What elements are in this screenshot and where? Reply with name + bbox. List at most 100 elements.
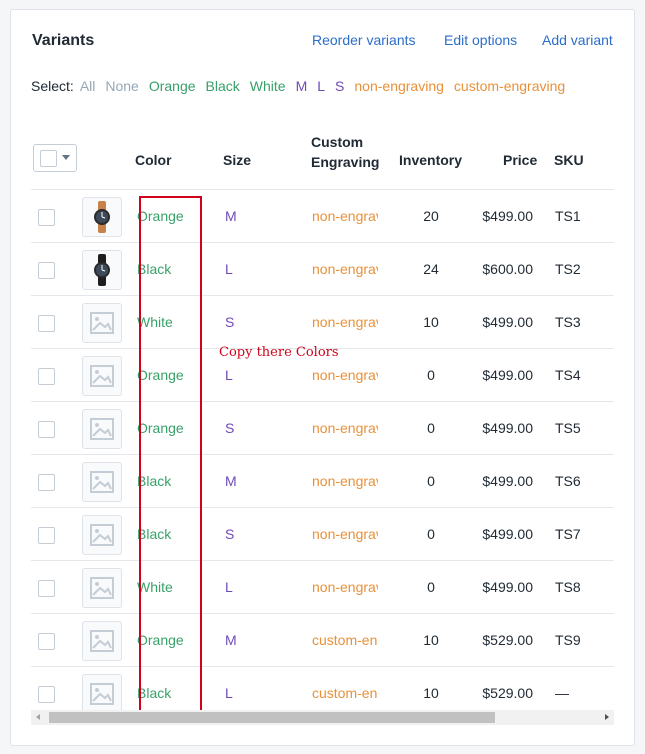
image-placeholder-icon[interactable]	[82, 409, 122, 449]
chevron-down-icon	[62, 155, 70, 160]
row-checkbox[interactable]	[38, 209, 55, 226]
header-engraving-line1: Custom	[311, 134, 364, 150]
reorder-variants-link[interactable]: Reorder variants	[312, 32, 416, 48]
cell-sku: TS3	[555, 314, 581, 330]
cell-inventory: 10	[423, 314, 439, 330]
cell-engraving: custom-engraving	[312, 685, 378, 701]
cell-price: $499.00	[482, 314, 533, 330]
image-placeholder-icon[interactable]	[82, 303, 122, 343]
select-label: Select:	[31, 78, 74, 94]
scrollbar-thumb[interactable]	[49, 712, 495, 723]
row-checkbox[interactable]	[38, 580, 55, 597]
table-row[interactable]: WhiteLnon-engraving0$499.00TS8	[31, 560, 614, 614]
cell-inventory: 0	[427, 367, 435, 383]
header-engraving-line2: Engraving	[311, 154, 380, 170]
annotation-text: Copy there Colors	[219, 345, 339, 360]
cell-sku: TS2	[555, 261, 581, 277]
watch-orange-image[interactable]	[82, 197, 122, 237]
select-white[interactable]: White	[250, 78, 286, 94]
cell-sku: TS4	[555, 367, 581, 383]
header-inventory: Inventory	[399, 152, 463, 168]
cell-inventory: 0	[427, 473, 435, 489]
cell-price: $499.00	[482, 579, 533, 595]
cell-size: M	[225, 473, 237, 489]
table-row[interactable]: OrangeSnon-engraving0$499.00TS5	[31, 401, 614, 455]
image-placeholder-icon[interactable]	[82, 674, 122, 710]
horizontal-scrollbar[interactable]	[31, 710, 614, 725]
select-size-s[interactable]: S	[335, 78, 344, 94]
cell-price: $529.00	[482, 632, 533, 648]
image-placeholder-icon[interactable]	[82, 462, 122, 502]
table-row[interactable]: OrangeMcustom-engraving10$529.00TS9	[31, 613, 614, 667]
row-checkbox[interactable]	[38, 262, 55, 279]
cell-inventory: 24	[423, 261, 439, 277]
table-row[interactable]: WhiteSnon-engraving10$499.00TS3	[31, 295, 614, 349]
row-checkbox[interactable]	[38, 315, 55, 332]
cell-price: $499.00	[482, 208, 533, 224]
table-row[interactable]: OrangeMnon-engraving20$499.00TS1	[31, 189, 614, 243]
cell-sku: TS8	[555, 579, 581, 595]
cell-price: $529.00	[482, 685, 533, 701]
edit-options-link[interactable]: Edit options	[444, 32, 517, 48]
row-checkbox[interactable]	[38, 421, 55, 438]
select-custom-engraving[interactable]: custom-engraving	[454, 78, 565, 94]
cell-inventory: 20	[423, 208, 439, 224]
cell-size: L	[225, 367, 233, 383]
cell-sku: TS5	[555, 420, 581, 436]
cell-size: L	[225, 579, 233, 595]
select-black[interactable]: Black	[206, 78, 240, 94]
cell-engraving: non-engraving	[312, 526, 378, 542]
scroll-right-arrow-icon[interactable]	[605, 714, 609, 720]
table-row[interactable]: BlackSnon-engraving0$499.00TS7	[31, 507, 614, 561]
row-checkbox[interactable]	[38, 633, 55, 650]
cell-engraving: non-engraving	[312, 367, 378, 383]
select-non-engraving[interactable]: non-engraving	[354, 78, 444, 94]
cell-price: $499.00	[482, 420, 533, 436]
cell-price: $499.00	[482, 473, 533, 489]
cell-inventory: 0	[427, 526, 435, 542]
cell-sku: —	[555, 685, 569, 701]
cell-size: M	[225, 208, 237, 224]
image-placeholder-icon[interactable]	[82, 356, 122, 396]
cell-inventory: 10	[423, 632, 439, 648]
table-row[interactable]: BlackMnon-engraving0$499.00TS6	[31, 454, 614, 508]
bulk-select-checkbox[interactable]	[33, 144, 77, 172]
row-checkbox[interactable]	[38, 686, 55, 703]
row-checkbox[interactable]	[38, 527, 55, 544]
scroll-left-arrow-icon[interactable]	[36, 714, 40, 720]
cell-sku: TS6	[555, 473, 581, 489]
cell-sku: TS7	[555, 526, 581, 542]
select-orange[interactable]: Orange	[149, 78, 196, 94]
image-placeholder-icon[interactable]	[82, 568, 122, 608]
cell-sku: TS9	[555, 632, 581, 648]
cell-engraving: non-engraving	[312, 208, 378, 224]
select-size-l[interactable]: L	[317, 78, 325, 94]
cell-price: $499.00	[482, 367, 533, 383]
cell-engraving: non-engraving	[312, 473, 378, 489]
cell-price: $499.00	[482, 526, 533, 542]
cell-size: S	[225, 420, 235, 436]
select-size-m[interactable]: M	[296, 78, 308, 94]
cell-inventory: 0	[427, 579, 435, 595]
cell-size: S	[225, 314, 235, 330]
table-row[interactable]: BlackLnon-engraving24$600.00TS2	[31, 242, 614, 296]
header-price: Price	[503, 152, 538, 168]
row-checkbox[interactable]	[38, 368, 55, 385]
image-placeholder-icon[interactable]	[82, 515, 122, 555]
cell-size: L	[225, 685, 233, 701]
cell-inventory: 10	[423, 685, 439, 701]
cell-engraving: non-engraving	[312, 261, 378, 277]
table-row[interactable]: BlackLcustom-engraving10$529.00—	[31, 666, 614, 710]
checkbox-icon	[40, 150, 57, 167]
select-all[interactable]: All	[80, 78, 96, 94]
cell-price: $600.00	[482, 261, 533, 277]
image-placeholder-icon[interactable]	[82, 621, 122, 661]
card-title: Variants	[32, 32, 95, 49]
watch-black-image[interactable]	[82, 250, 122, 290]
add-variant-link[interactable]: Add variant	[542, 32, 613, 48]
cell-size: L	[225, 261, 233, 277]
select-none[interactable]: None	[105, 78, 138, 94]
row-checkbox[interactable]	[38, 474, 55, 491]
cell-size: S	[225, 526, 235, 542]
cell-inventory: 0	[427, 420, 435, 436]
